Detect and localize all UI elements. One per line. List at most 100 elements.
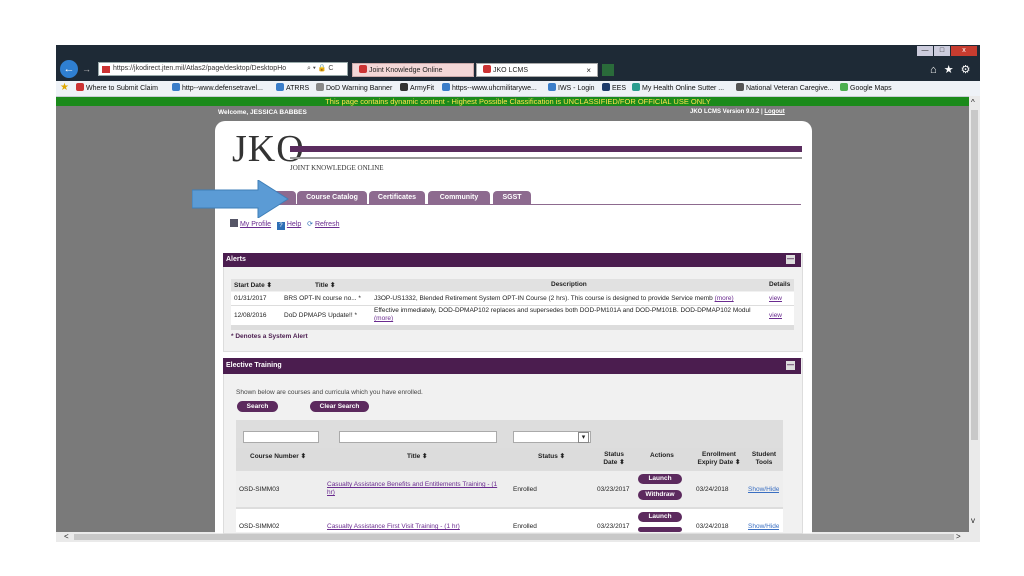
fav-my-health-online[interactable]: My Health Online Sutter ... — [632, 83, 724, 94]
tab-community[interactable]: Community — [428, 191, 490, 204]
launch-button[interactable]: Launch — [638, 474, 682, 484]
status-filter-select[interactable]: ▾ — [513, 431, 591, 443]
tab-certificates[interactable]: Certificates — [369, 191, 425, 204]
scroll-thumb[interactable] — [74, 534, 954, 540]
more-link[interactable]: (more) — [715, 295, 734, 302]
withdraw-button[interactable] — [638, 527, 682, 532]
collapse-icon[interactable]: — — [786, 361, 795, 370]
fav-iws-login[interactable]: IWS - Login — [548, 83, 595, 94]
tab-course-catalog[interactable]: Course Catalog — [297, 191, 367, 204]
elective-table-header: Course Number ⬍ Title ⬍ Status ⬍ Status … — [236, 448, 783, 470]
fav-label: http--www.defensetravel... — [182, 85, 263, 92]
chevron-down-icon[interactable]: ▾ — [578, 432, 589, 443]
launch-button[interactable]: Launch — [638, 512, 682, 522]
search-button[interactable]: Search — [237, 401, 278, 412]
favorites-star-icon[interactable]: ★ — [60, 82, 69, 93]
tab-joint-knowledge-online[interactable]: Joint Knowledge Online — [352, 63, 474, 77]
minimize-button[interactable]: — — [917, 46, 933, 56]
vertical-scrollbar[interactable]: ^ v — [969, 96, 980, 532]
close-tab-icon[interactable]: × — [586, 64, 591, 76]
alert-date: 01/31/2017 — [234, 295, 267, 302]
view-link[interactable]: view — [769, 295, 782, 302]
favicon-icon — [276, 83, 284, 91]
fav-atrrs[interactable]: ATRRS — [276, 83, 309, 94]
title-filter[interactable] — [339, 431, 497, 443]
scroll-down-icon[interactable]: v — [971, 516, 975, 525]
fav-google-maps[interactable]: Google Maps — [840, 83, 892, 94]
course-title-link[interactable]: Casualty Assistance First Visit Training… — [327, 523, 460, 530]
fav-label: National Veteran Caregive... — [746, 85, 834, 92]
address-bar[interactable]: https://jkodirect.jten.mil/Atlas2/page/d… — [98, 62, 348, 76]
fav-where-to-submit-claim[interactable]: Where to Submit Claim — [76, 83, 158, 94]
version-text: JKO LCMS Version 9.0.2 | Logout — [690, 109, 785, 115]
help-link[interactable]: Help — [287, 221, 301, 228]
fav-label: Google Maps — [850, 85, 892, 92]
close-window-button[interactable]: x — [951, 46, 977, 56]
fav-label: IWS - Login — [558, 85, 595, 92]
logout-link[interactable]: Logout — [764, 109, 784, 115]
show-hide-link[interactable]: Show/Hide — [748, 486, 779, 493]
col-enrollment-expiry[interactable]: Enrollment Expiry Date ⬍ — [694, 451, 744, 467]
fav-uhcmilitary[interactable]: https--www.uhcmilitarywe... — [442, 83, 537, 94]
show-hide-link[interactable]: Show/Hide — [748, 523, 779, 530]
favicon-icon — [400, 83, 408, 91]
expiry-date: 03/24/2018 — [696, 486, 729, 493]
fav-national-veteran-caregiver[interactable]: National Veteran Caregive... — [736, 83, 834, 94]
col-title[interactable]: Title ⬍ — [407, 452, 428, 460]
favicon-icon — [359, 65, 367, 73]
fav-label: My Health Online Sutter ... — [642, 85, 725, 92]
toolbar-icons[interactable]: ⌂ ★ ⚙ — [930, 63, 972, 76]
forward-icon[interactable]: → — [82, 64, 91, 74]
col-status-date[interactable]: Status Date ⬍ — [600, 451, 628, 467]
table-row: 01/31/2017 BRS OPT-IN course no... * J3O… — [231, 292, 794, 306]
new-tab-button[interactable] — [602, 64, 614, 76]
alert-description: Effective immediately, DOD-DPMAP102 repl… — [374, 307, 764, 325]
fav-dod-warning-banner[interactable]: DoD Warning Banner — [316, 83, 392, 94]
favicon-icon — [548, 83, 556, 91]
refresh-icon: ⟳ — [307, 221, 313, 228]
course-number: OSD-SIMM02 — [239, 523, 280, 530]
scroll-thumb[interactable] — [971, 110, 978, 440]
scroll-left-icon[interactable]: < — [64, 532, 69, 541]
clear-search-button[interactable]: Clear Search — [310, 401, 369, 412]
my-profile-link[interactable]: My Profile — [240, 221, 271, 228]
favicon-icon — [172, 83, 180, 91]
system-alert-note: * Denotes a System Alert — [231, 333, 308, 340]
col-description: Description — [551, 281, 587, 288]
course-title-link[interactable]: Casualty Assistance Benefits and Entitle… — [327, 481, 505, 497]
refresh-link[interactable]: Refresh — [315, 221, 340, 228]
favicon-icon — [632, 83, 640, 91]
fav-ees[interactable]: EES — [602, 83, 626, 94]
fav-defensetravel[interactable]: http--www.defensetravel... — [172, 83, 263, 94]
annotation-arrow — [192, 180, 289, 218]
col-status[interactable]: Status ⬍ — [538, 452, 565, 460]
more-link[interactable]: (more) — [374, 315, 393, 322]
favicon-icon — [840, 83, 848, 91]
profile-links: My Profile ? Help ⟳ Refresh — [230, 219, 339, 230]
back-button[interactable]: ← — [60, 60, 78, 78]
window-controls: — □ x — [917, 46, 979, 57]
logo-swoosh — [290, 146, 802, 152]
tab-sgst[interactable]: SGST — [493, 191, 531, 204]
scroll-up-icon[interactable]: ^ — [971, 98, 975, 107]
table-row: OSD-SIMM02 Casualty Assistance First Vis… — [236, 509, 783, 532]
col-course-number[interactable]: Course Number ⬍ — [250, 452, 306, 460]
fav-label: ATRRS — [286, 85, 310, 92]
withdraw-button[interactable]: Withdraw — [638, 490, 682, 500]
col-start-date[interactable]: Start Date ⬍ — [234, 281, 272, 289]
tab-label: JKO LCMS — [493, 67, 529, 74]
fav-armyfit[interactable]: ArmyFit — [400, 83, 434, 94]
col-title[interactable]: Title ⬍ — [315, 281, 336, 289]
status-date: 03/23/2017 — [597, 486, 630, 493]
view-link[interactable]: view — [769, 312, 782, 319]
elective-intro: Shown below are courses and curricula wh… — [236, 389, 423, 396]
classification-banner: This page contains dynamic content - Hig… — [56, 97, 980, 106]
collapse-icon[interactable]: — — [786, 255, 795, 264]
tab-jko-lcms[interactable]: JKO LCMS × — [476, 63, 598, 77]
fav-label: DoD Warning Banner — [326, 85, 393, 92]
course-number-filter[interactable] — [243, 431, 319, 443]
search-icon[interactable]: ⌕ ▾ 🔒 C — [307, 64, 333, 74]
col-details: Details — [769, 281, 791, 288]
maximize-button[interactable]: □ — [934, 46, 950, 56]
scroll-right-icon[interactable]: > — [956, 532, 961, 541]
